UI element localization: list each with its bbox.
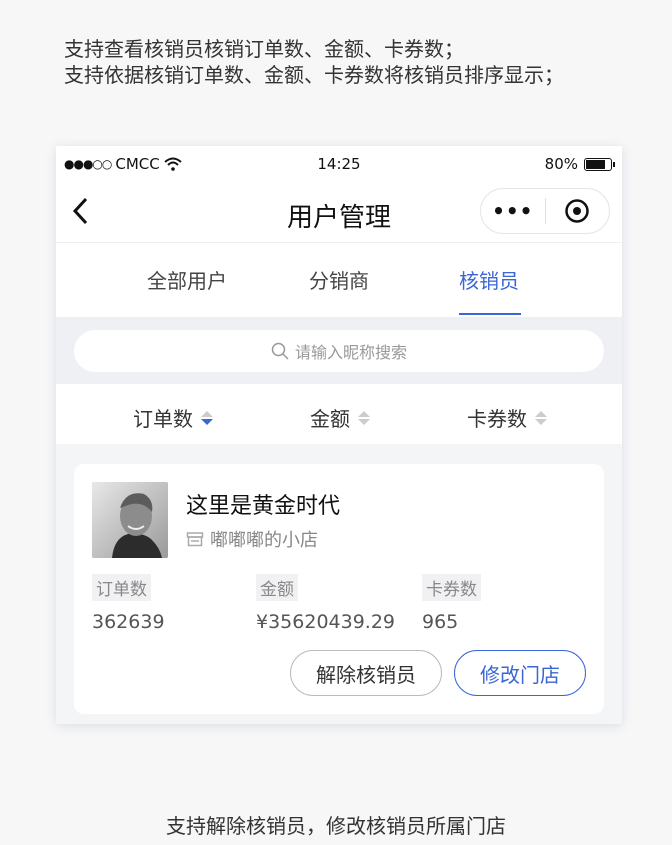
verifier-card: 这里是黄金时代 嘟嘟嘟的小店 订单数 362639 金额 ¥35620439.2… [74,464,604,714]
stat-label: 金额 [256,574,298,601]
avatar [92,482,168,558]
bottom-description: 支持解除核销员，修改核销员所属门店 [166,814,506,838]
store-icon [186,532,204,547]
tab-all-users[interactable]: 全部用户 [147,265,227,294]
shop-name: 嘟嘟嘟的小店 [210,530,318,551]
sort-arrows-icon [358,410,370,425]
status-bar: ●●●○○ CMCC 14:25 80% [56,146,622,182]
sort-arrows-icon [535,410,547,425]
sort-bar: 订单数 金额 卡券数 [56,384,622,444]
sort-arrows-icon [201,410,213,425]
more-button[interactable]: ••• [481,199,545,223]
nav-bar: 用户管理 ••• [56,182,622,242]
user-type-tabs: 全部用户 分销商 核销员 [56,242,622,318]
stat-value: 362639 [92,611,165,633]
modify-store-button[interactable]: 修改门店 [454,650,586,696]
status-time: 14:25 [317,155,361,173]
battery-percent: 80% [544,155,578,173]
search-input[interactable]: 请输入昵称搜索 [74,330,604,372]
tab-verifiers[interactable]: 核销员 [459,265,519,294]
feature-description: 支持查看核销员核销订单数、金额、卡券数； 支持依据核销订单数、金额、卡券数将核销… [64,36,564,88]
search-icon [271,342,289,360]
description-line-1: 支持查看核销员核销订单数、金额、卡券数； [64,37,464,61]
stat-orders: 订单数 362639 [92,574,165,633]
sort-by-amount[interactable]: 金额 [310,403,370,432]
sort-label: 订单数 [133,407,193,431]
stat-label: 卡券数 [422,574,481,601]
mini-program-capsule: ••• [480,188,610,234]
phone-mockup: ●●●○○ CMCC 14:25 80% 用户管理 ••• 全部用户 分销商 核… [56,146,622,724]
sort-label: 卡券数 [467,407,527,431]
verifier-name: 这里是黄金时代 [186,494,341,519]
search-area: 请输入昵称搜索 [56,318,622,384]
remove-verifier-button[interactable]: 解除核销员 [290,650,442,696]
close-miniprogram-button[interactable] [546,198,610,224]
battery-icon [584,157,615,171]
sort-by-orders[interactable]: 订单数 [133,403,213,432]
stat-coupons: 卡券数 965 [422,574,481,633]
stat-value: 965 [422,611,459,633]
stat-value: ¥35620439.29 [256,611,396,633]
stat-amount: 金额 ¥35620439.29 [256,574,395,633]
sort-label: 金额 [310,407,350,431]
target-circle-icon [565,199,589,223]
shop-info: 嘟嘟嘟的小店 [186,526,318,552]
description-line-2: 支持依据核销订单数、金额、卡券数将核销员排序显示； [64,63,564,87]
sort-by-coupons[interactable]: 卡券数 [467,403,547,432]
tab-distributors[interactable]: 分销商 [309,265,369,294]
stat-label: 订单数 [92,574,151,601]
search-placeholder: 请输入昵称搜索 [294,343,407,362]
active-tab-indicator [459,313,521,315]
